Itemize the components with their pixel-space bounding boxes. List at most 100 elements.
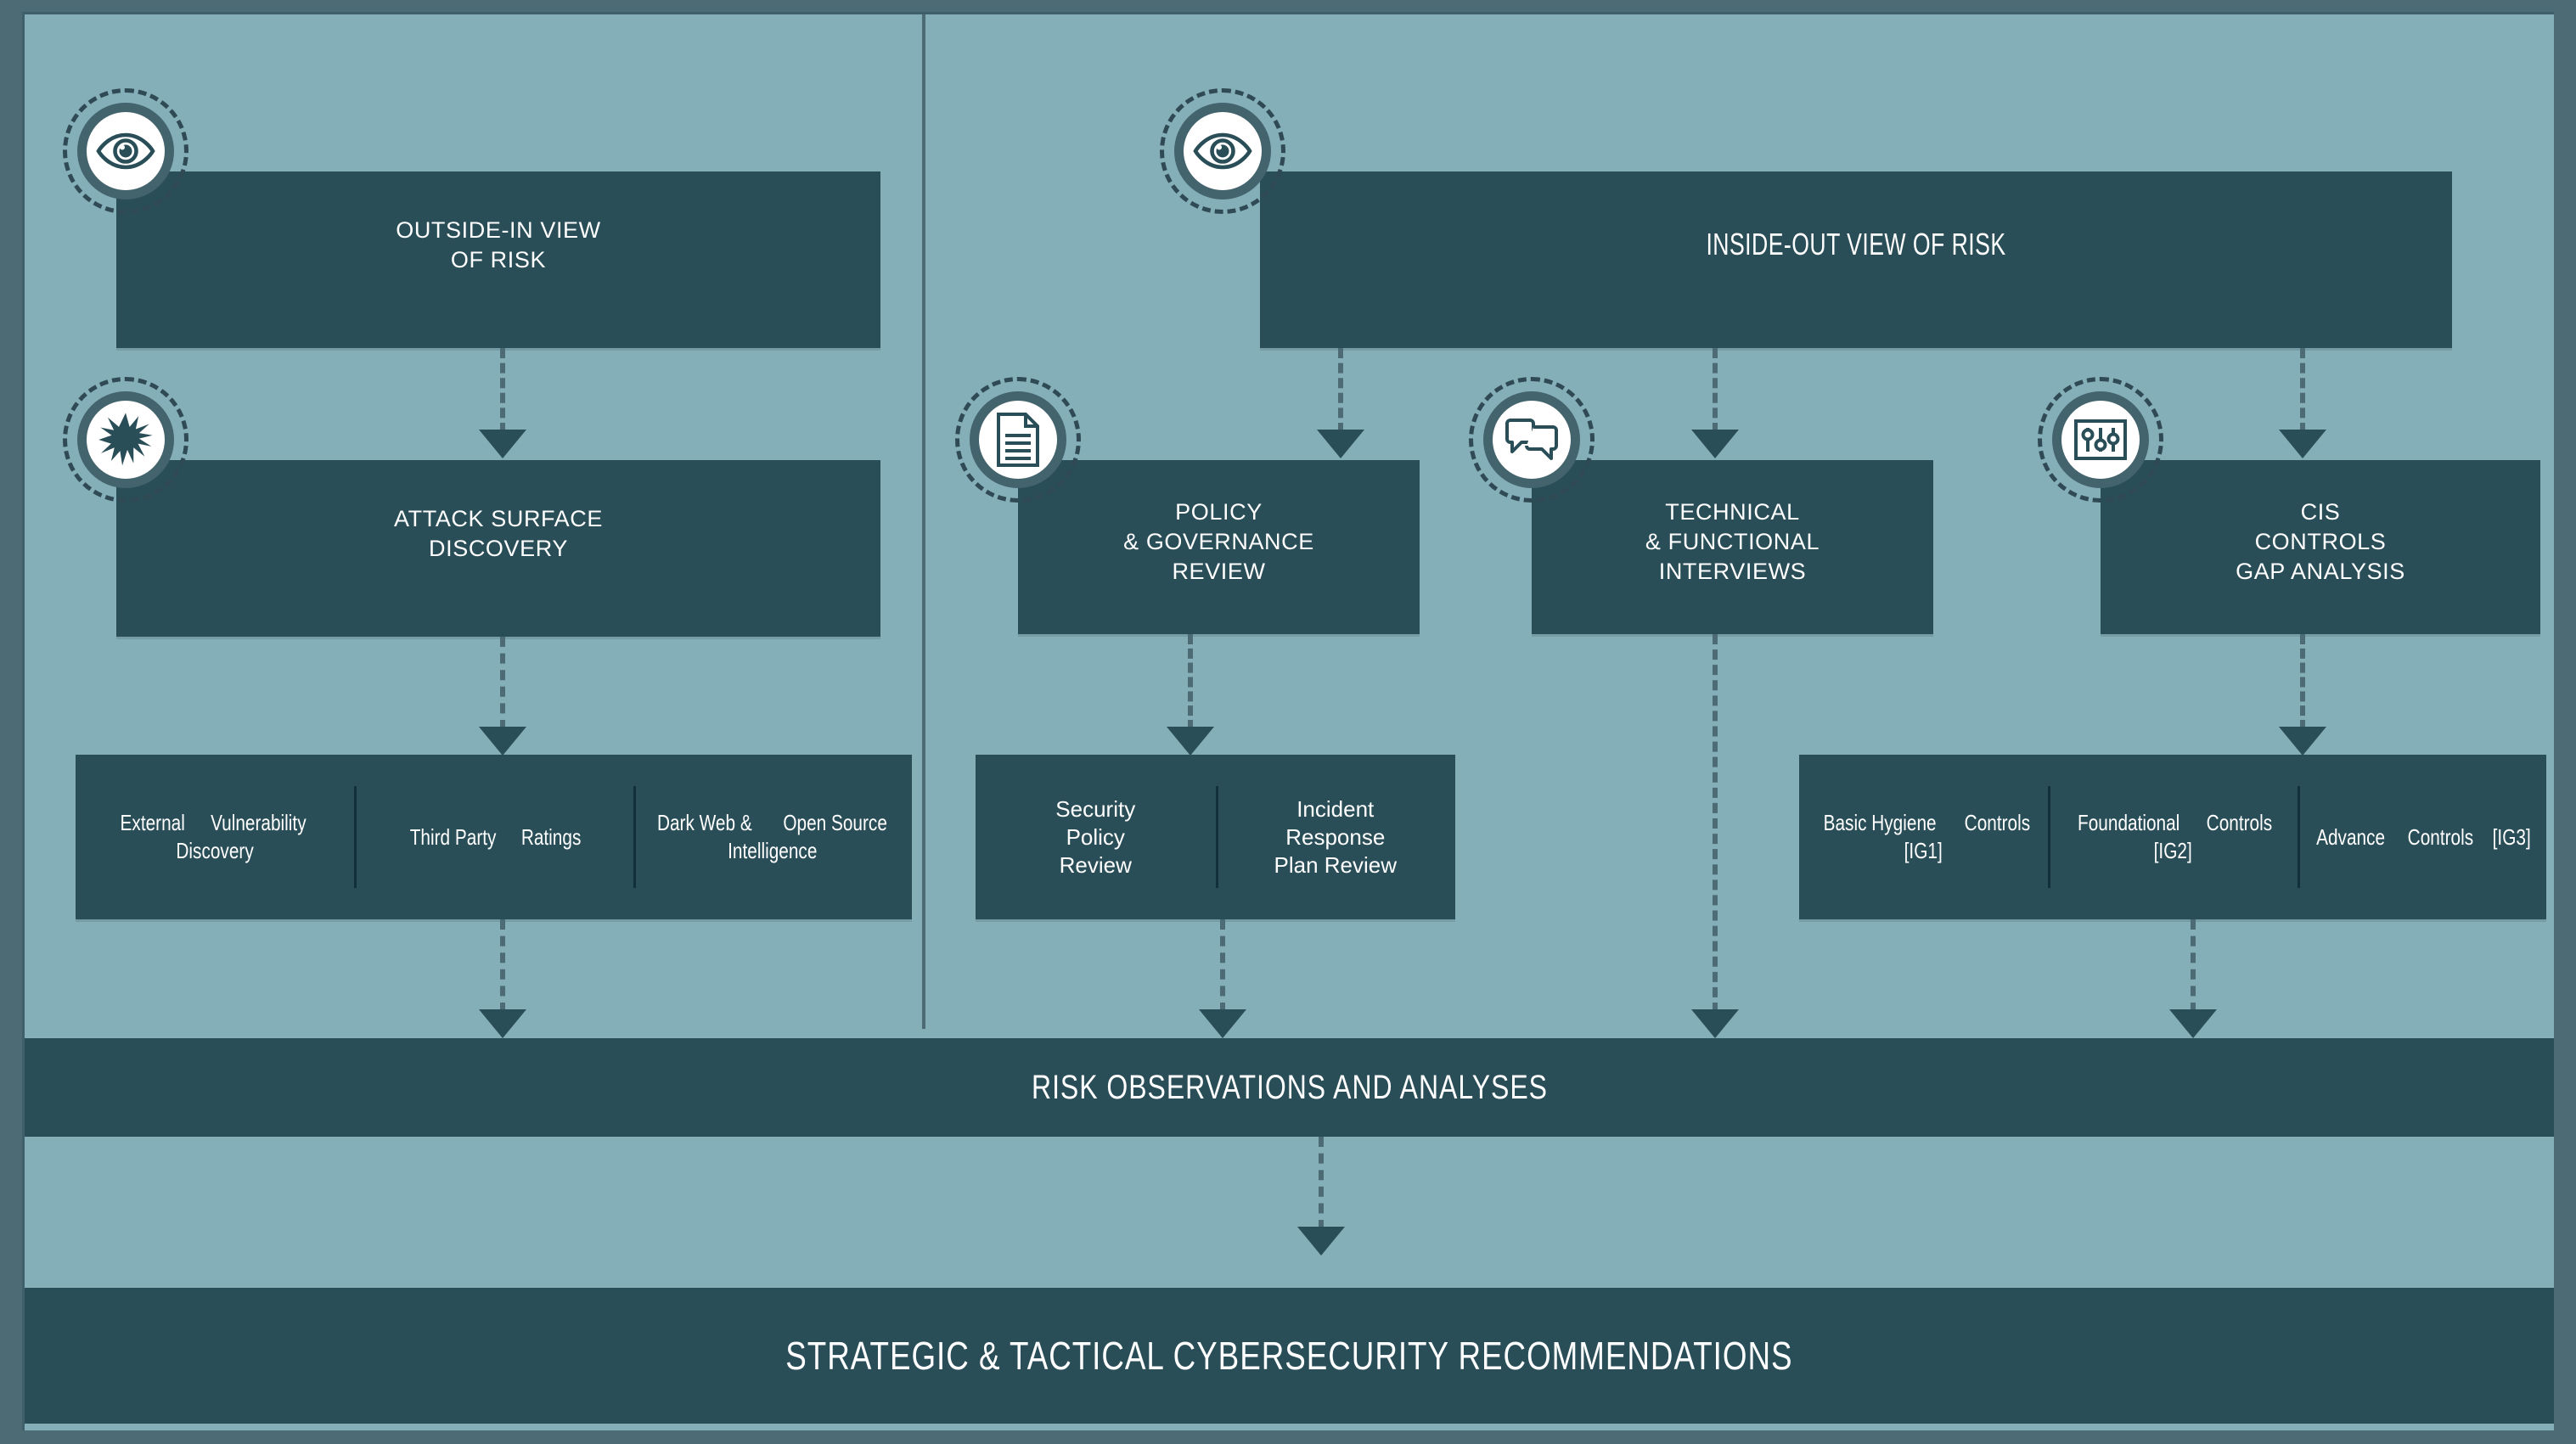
cell-line2: Vulnerability (211, 810, 307, 835)
cell-third-party-ratings[interactable]: Third Party Ratings (354, 755, 633, 919)
connector-insideout-to-policy (1338, 348, 1343, 433)
cell-advance-controls-ig3[interactable]: Advance Controls [IG3] (2297, 755, 2546, 919)
arrowhead-final (1297, 1227, 1345, 1256)
panel-divider (922, 14, 925, 1029)
connector-policy-to-cells (1188, 634, 1193, 730)
cell-line2: Controls (1964, 810, 2031, 835)
document-icon (997, 413, 1039, 467)
badge-disc (1493, 401, 1571, 479)
arrowhead-policy-to-outcome (1199, 1009, 1246, 1038)
arrowhead-left-to-outcome (479, 1009, 526, 1038)
attack-surface-box[interactable]: ATTACK SURFACE DISCOVERY (116, 460, 880, 637)
eye-icon (96, 132, 155, 170)
cell-basic-hygiene-controls-ig1[interactable]: Basic Hygiene Controls [IG1] (1799, 755, 2048, 919)
cis-controls-box[interactable]: CIS CONTROLS GAP ANALYSIS (2101, 460, 2540, 634)
cell-line2: Controls (2207, 810, 2273, 835)
cell-line1: External (120, 810, 185, 835)
outside-in-header-line2: OF RISK (450, 247, 547, 273)
cell-line3: Discovery (176, 838, 254, 863)
cell-line1: Foundational (2077, 810, 2180, 835)
cell-line3: [IG1] (1904, 838, 1943, 863)
inside-out-header-box[interactable]: INSIDE-OUT VIEW OF RISK (1260, 171, 2452, 348)
technical-line3: INTERVIEWS (1658, 559, 1807, 584)
attack-surface-line2: DISCOVERY (429, 536, 568, 561)
connector-cis-cells-to-outcome (2191, 919, 2196, 1013)
risk-observations-label: RISK OBSERVATIONS AND ANALYSES (1031, 1068, 1548, 1106)
cis-line3: GAP ANALYSIS (2236, 559, 2405, 584)
arrowhead-policy-cells (1167, 727, 1214, 756)
cell-line1: Third Party (409, 823, 497, 850)
cis-subitems: Basic Hygiene Controls [IG1] Foundationa… (1799, 755, 2546, 919)
badge-disc (979, 401, 1057, 479)
cell-security-policy-review[interactable]: Security Policy Review (976, 755, 1216, 919)
burst-icon-badge (63, 377, 188, 503)
cell-incident-response-plan-review[interactable]: Incident Response Plan Review (1215, 755, 1456, 919)
inside-out-header-line1: INSIDE-OUT VIEW OF RISK (1706, 227, 2006, 261)
eye-icon-badge-outside-in (63, 88, 188, 214)
policy-line3: REVIEW (1172, 559, 1266, 584)
policy-line2: & GOVERNANCE (1123, 529, 1314, 554)
cell-line3: [IG3] (2493, 823, 2532, 850)
badge-disc (87, 112, 165, 190)
badge-disc (1184, 112, 1262, 190)
connector-insideout-to-technical (1713, 348, 1718, 433)
badge-disc (87, 401, 165, 479)
cell-line1: Incident (1296, 795, 1375, 822)
connector-outsidein-to-attacksurface (500, 348, 505, 433)
connector-outcome-to-final (1319, 1137, 1324, 1230)
cell-line1: Basic Hygiene (1823, 810, 1937, 835)
connector-cis-to-cells (2300, 634, 2305, 730)
risk-observations-banner[interactable]: RISK OBSERVATIONS AND ANALYSES (25, 1038, 2554, 1137)
connector-insideout-to-cis (2300, 348, 2305, 433)
cell-foundational-controls-ig2[interactable]: Foundational Controls [IG2] (2048, 755, 2297, 919)
cis-line2: CONTROLS (2254, 529, 2387, 554)
outside-in-header-line1: OUTSIDE-IN VIEW (396, 217, 601, 243)
arrowhead-attacksurface (479, 430, 526, 458)
cell-line3: Review (1059, 851, 1132, 878)
cell-line2: Open Source (782, 810, 887, 835)
sliders-icon (2074, 419, 2127, 460)
connector-policy-cells-to-outcome (1220, 919, 1225, 1013)
policy-governance-box[interactable]: POLICY & GOVERNANCE REVIEW (1018, 460, 1420, 634)
technical-interviews-box[interactable]: TECHNICAL & FUNCTIONAL INTERVIEWS (1532, 460, 1933, 634)
chat-bubbles-icon-badge (1469, 377, 1595, 503)
eye-icon (1193, 132, 1252, 170)
badge-disc (2061, 401, 2140, 479)
cell-line1: Advance (2316, 823, 2385, 850)
connector-attacksurface-to-cells (500, 637, 505, 730)
cell-external-vulnerability-discovery[interactable]: External Vulnerability Discovery (76, 755, 354, 919)
chat-bubbles-icon (1505, 419, 1558, 460)
arrowhead-technical (1691, 430, 1739, 458)
sliders-icon-badge (2038, 377, 2163, 503)
cell-line1: Dark Web & (656, 810, 752, 835)
cell-line2: Policy (1066, 823, 1125, 850)
outside-in-header-box[interactable]: OUTSIDE-IN VIEW OF RISK (116, 171, 880, 348)
cell-dark-web-open-source-intelligence[interactable]: Dark Web & Open Source Intelligence (633, 755, 912, 919)
technical-line2: & FUNCTIONAL (1645, 529, 1820, 554)
burst-icon (98, 413, 153, 466)
cell-line1: Security (1055, 795, 1136, 822)
policy-line1: POLICY (1175, 499, 1263, 525)
arrowhead-cis-to-outcome (2169, 1009, 2217, 1038)
recommendations-label: STRATEGIC & TACTICAL CYBERSECURITY RECOM… (785, 1334, 1793, 1378)
cell-line3: [IG2] (2153, 838, 2192, 863)
recommendations-banner[interactable]: STRATEGIC & TACTICAL CYBERSECURITY RECOM… (25, 1288, 2554, 1424)
cell-line2: Controls (2407, 823, 2474, 850)
attack-surface-line1: ATTACK SURFACE (394, 506, 603, 531)
arrowhead-technical-to-outcome (1691, 1009, 1739, 1038)
arrowhead-policy (1317, 430, 1364, 458)
document-icon-badge (955, 377, 1081, 503)
connector-left-cells-to-outcome (500, 919, 505, 1013)
cell-line3: Intelligence (728, 838, 818, 863)
connector-technical-to-outcome (1713, 634, 1718, 1013)
diagram-canvas: OUTSIDE-IN VIEW OF RISK ATTACK SURFACE D… (0, 0, 2576, 1444)
cis-line1: CIS (2300, 499, 2341, 525)
cell-line3: Plan Review (1274, 851, 1397, 878)
policy-subitems: Security Policy Review Incident Response… (976, 755, 1455, 919)
eye-icon-badge-inside-out (1160, 88, 1285, 214)
diagram-inner-canvas: OUTSIDE-IN VIEW OF RISK ATTACK SURFACE D… (22, 12, 2554, 1430)
technical-line1: TECHNICAL (1665, 499, 1800, 525)
cell-line2: Ratings (520, 823, 581, 850)
outside-in-subitems: External Vulnerability Discovery Third P… (76, 755, 912, 919)
arrowhead-cis (2279, 430, 2326, 458)
